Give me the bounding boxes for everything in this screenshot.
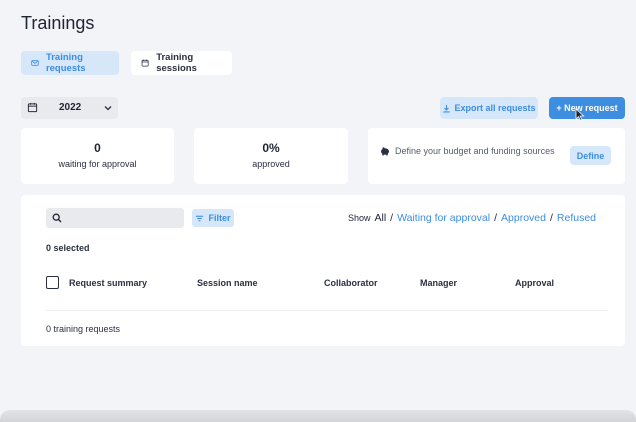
tab-label: Training requests [45, 52, 86, 74]
column-collaborator[interactable]: Collaborator [324, 278, 378, 288]
stat-card-waiting: 0 waiting for approval [21, 128, 174, 184]
separator: / [390, 212, 394, 224]
stat-label: approved [252, 159, 290, 169]
tab-label: Training sessions [156, 52, 197, 74]
filter-option-all[interactable]: All [375, 212, 387, 224]
column-manager[interactable]: Manager [420, 278, 457, 288]
show-label: Show [347, 213, 371, 223]
stat-value: 0% [262, 141, 280, 155]
filter-button[interactable]: Filter [192, 209, 234, 227]
status-filter-bar: Show All / Waiting for approval / Approv… [348, 212, 596, 224]
mouse-cursor-icon [575, 108, 585, 121]
filter-label: Filter [208, 213, 231, 223]
piggy-bank-icon [381, 147, 389, 156]
search-input[interactable] [64, 208, 182, 228]
stat-label: waiting for approval [58, 159, 137, 169]
year-value: 2022 [59, 102, 82, 113]
filter-icon [196, 215, 204, 221]
calendar-icon [141, 59, 149, 67]
budget-card: Define your budget and funding sources D… [368, 128, 625, 184]
define-label: Define [576, 150, 605, 161]
bottom-scroll-bar [0, 410, 636, 422]
tab-training-sessions[interactable]: Training sessions [131, 51, 232, 75]
column-session-name[interactable]: Session name [197, 278, 258, 288]
search-icon [52, 213, 62, 223]
tab-training-requests[interactable]: Training requests [21, 51, 119, 75]
export-all-requests-button[interactable]: Export all requests [440, 97, 538, 119]
define-budget-button[interactable]: Define [570, 146, 611, 165]
calendar-icon [27, 102, 38, 113]
chevron-down-icon [104, 106, 112, 111]
separator: / [549, 212, 553, 224]
budget-text: Define your budget and funding sources [395, 146, 555, 156]
separator: / [494, 212, 498, 224]
stat-card-approved: 0% approved [194, 128, 348, 184]
table-header: Request summary Session name Collaborato… [46, 275, 606, 291]
export-label: Export all requests [454, 103, 536, 113]
select-all-checkbox[interactable] [46, 276, 59, 289]
column-request-summary[interactable]: Request summary [69, 278, 147, 288]
mail-icon [31, 60, 39, 66]
column-approval[interactable]: Approval [515, 278, 554, 288]
divider [46, 310, 608, 311]
training-requests-panel: Filter Show All / Waiting for approval /… [21, 195, 625, 346]
new-request-button[interactable]: + New request [549, 97, 625, 119]
download-icon [443, 104, 451, 112]
filter-option-waiting[interactable]: Waiting for approval [397, 212, 490, 224]
new-request-label: + New request [556, 103, 618, 113]
request-count: 0 training requests [46, 324, 121, 334]
selected-count: 0 selected [46, 243, 90, 253]
stat-value: 0 [94, 141, 101, 155]
search-box[interactable] [46, 208, 184, 228]
year-select[interactable]: 2022 [21, 97, 118, 119]
page-title: Trainings [21, 13, 95, 33]
filter-option-approved[interactable]: Approved [501, 212, 546, 224]
filter-option-refused[interactable]: Refused [557, 212, 596, 224]
